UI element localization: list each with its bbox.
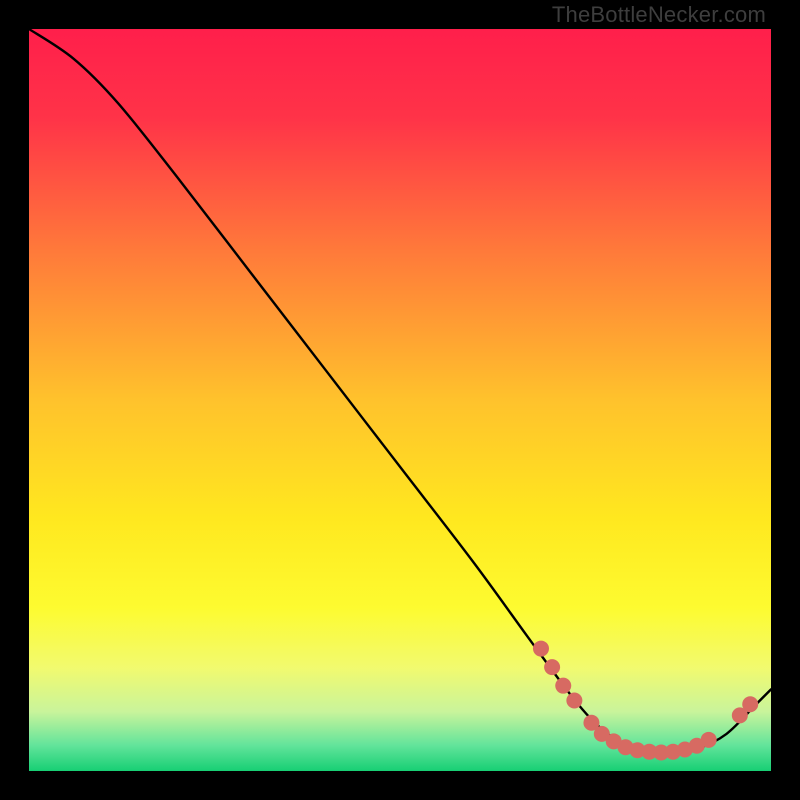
- data-marker: [701, 732, 717, 748]
- data-marker: [555, 678, 571, 694]
- data-marker: [533, 641, 549, 657]
- watermark-text: TheBottleNecker.com: [552, 2, 766, 28]
- chart-frame: [29, 29, 771, 771]
- chart-background: [29, 29, 771, 771]
- chart-svg: [29, 29, 771, 771]
- data-marker: [742, 696, 758, 712]
- data-marker: [566, 693, 582, 709]
- data-marker: [544, 659, 560, 675]
